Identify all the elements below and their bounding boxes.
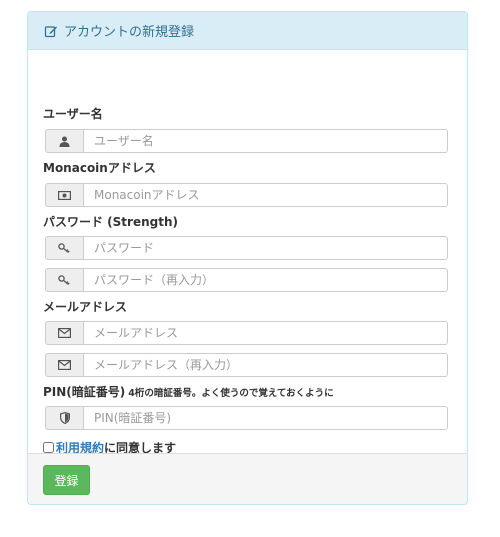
pin-group (45, 406, 448, 430)
monacoin-group (45, 183, 448, 207)
username-group (45, 129, 448, 153)
password-group (45, 236, 448, 260)
username-input[interactable] (84, 129, 448, 153)
password-confirm-group (45, 268, 448, 292)
email-label: メールアドレス (43, 300, 128, 314)
panel-title: アカウントの新規登録 (64, 25, 195, 40)
password-confirm-input[interactable] (84, 268, 448, 292)
pin-label: PIN(暗証番号) 4桁の暗証番号。よく使うので覚えておくように (43, 383, 334, 400)
pin-input[interactable] (84, 406, 448, 430)
shield-icon (45, 406, 84, 430)
monacoin-label: Monacoinアドレス (43, 161, 156, 175)
register-button[interactable]: 登録 (43, 465, 90, 495)
key-icon (45, 236, 84, 260)
panel-footer: 登録 (28, 453, 467, 504)
edit-icon (44, 24, 58, 38)
password-label: パスワード (Strength) (43, 215, 178, 229)
email-confirm-group (45, 353, 448, 377)
terms-checkbox[interactable] (43, 442, 54, 453)
envelope-icon (45, 353, 84, 377)
panel-body: ユーザー名 Monacoinアドレス パスワード (Strength) (28, 50, 467, 455)
user-icon (45, 129, 84, 153)
email-input[interactable] (84, 321, 448, 345)
email-confirm-input[interactable] (84, 353, 448, 377)
password-input[interactable] (84, 236, 448, 260)
money-icon (45, 183, 84, 207)
key-icon (45, 268, 84, 292)
monacoin-address-input[interactable] (84, 183, 448, 207)
register-panel: アカウントの新規登録 ユーザー名 Monacoinアドレス パスワード (Str… (27, 11, 468, 505)
pin-label-text: PIN(暗証番号) (43, 385, 126, 399)
email-group (45, 321, 448, 345)
panel-heading: アカウントの新規登録 (28, 12, 467, 50)
username-label: ユーザー名 (43, 107, 103, 121)
envelope-icon (45, 321, 84, 345)
pin-hint: 4桁の暗証番号。よく使うので覚えておくように (128, 388, 334, 399)
